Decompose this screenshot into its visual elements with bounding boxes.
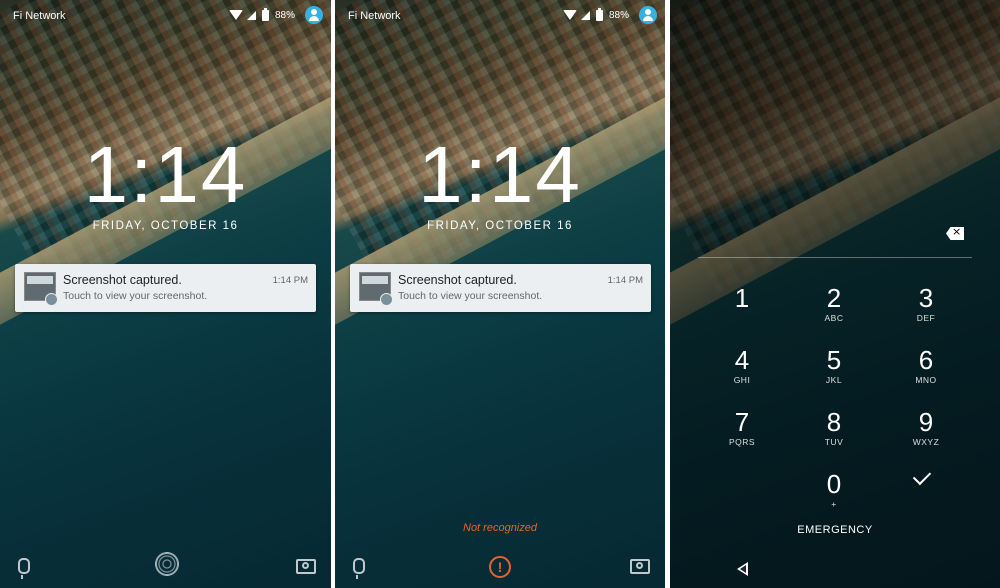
- key-letters: MNO: [915, 375, 937, 385]
- notification-title: Screenshot captured.: [63, 273, 182, 287]
- notification-time: 1:14 PM: [607, 275, 643, 286]
- lock-screen-fingerprint: Fi Network 88% 1:14 FRIDAY, OCTOBER 16 S…: [0, 0, 331, 588]
- key-letters: TUV: [824, 437, 844, 447]
- not-recognized-message: Not recognized: [463, 522, 537, 534]
- wifi-icon: [228, 10, 243, 20]
- signal-icon: [246, 10, 256, 20]
- key-letters: DEF: [916, 313, 936, 323]
- wifi-icon: [562, 10, 577, 20]
- key-4[interactable]: 4 GHI: [707, 346, 777, 385]
- key-letters: ABC: [824, 313, 844, 323]
- user-icon[interactable]: [639, 6, 657, 24]
- clock: 1:14: [83, 130, 248, 219]
- key-digit: 0: [826, 469, 842, 499]
- clock: 1:14: [418, 130, 582, 219]
- key-7[interactable]: 7 PQRS: [707, 408, 777, 447]
- key-letters: GHI: [733, 375, 751, 385]
- key-digit: 2: [826, 283, 842, 313]
- notification-title: Screenshot captured.: [398, 273, 517, 287]
- pin-divider: [698, 257, 972, 258]
- key-letters: +: [831, 499, 837, 509]
- key-digit: 9: [918, 407, 934, 437]
- camera-icon[interactable]: [296, 559, 316, 574]
- pin-entry-screen: × 1 2 ABC 3 DEF 4 GHI 5 JKL 6 MNO 7 PQRS…: [670, 0, 1000, 588]
- key-digit: 5: [826, 345, 842, 375]
- key-digit: 3: [918, 283, 934, 313]
- date-label: FRIDAY, OCTOBER 16: [427, 220, 573, 232]
- key-0[interactable]: 0 +: [799, 470, 869, 509]
- back-icon[interactable]: [737, 562, 748, 576]
- microphone-icon[interactable]: [18, 558, 30, 579]
- battery-icon: [261, 7, 269, 21]
- key-digit: 1: [734, 283, 750, 313]
- key-digit: 6: [918, 345, 934, 375]
- battery-icon: [595, 7, 603, 21]
- key-digit: 8: [826, 407, 842, 437]
- alert-icon[interactable]: !: [489, 556, 511, 578]
- screenshot-notification[interactable]: Screenshot captured. Touch to view your …: [15, 264, 316, 312]
- fingerprint-icon[interactable]: [155, 552, 179, 576]
- screenshot-badge-icon: [380, 293, 393, 306]
- key-letters: JKL: [825, 375, 843, 385]
- key-3[interactable]: 3 DEF: [891, 284, 961, 323]
- status-bar: Fi Network 88%: [335, 0, 665, 32]
- key-1[interactable]: 1: [707, 284, 777, 313]
- key-letters: PQRS: [728, 437, 756, 447]
- carrier-label: Fi Network: [348, 10, 401, 22]
- battery-percent: 88%: [608, 9, 629, 21]
- status-bar: Fi Network 88%: [0, 0, 331, 32]
- notification-time: 1:14 PM: [272, 275, 308, 286]
- emergency-button[interactable]: EMERGENCY: [670, 524, 1000, 536]
- key-9[interactable]: 9 WXYZ: [891, 408, 961, 447]
- notification-text: Touch to view your screenshot.: [398, 290, 543, 302]
- key-digit: 7: [734, 407, 750, 437]
- key-letters: WXYZ: [912, 437, 940, 447]
- camera-icon[interactable]: [630, 559, 650, 574]
- key-5[interactable]: 5 JKL: [799, 346, 869, 385]
- lock-screen-not-recognized: Fi Network 88% 1:14 FRIDAY, OCTOBER 16 S…: [335, 0, 665, 588]
- screenshot-notification[interactable]: Screenshot captured. Touch to view your …: [350, 264, 651, 312]
- key-8[interactable]: 8 TUV: [799, 408, 869, 447]
- notification-text: Touch to view your screenshot.: [63, 290, 208, 302]
- microphone-icon[interactable]: [353, 558, 365, 579]
- key-2[interactable]: 2 ABC: [799, 284, 869, 323]
- battery-percent: 88%: [274, 9, 295, 21]
- key-digit: 4: [734, 345, 750, 375]
- key-6[interactable]: 6 MNO: [891, 346, 961, 385]
- date-label: FRIDAY, OCTOBER 16: [92, 220, 239, 232]
- signal-icon: [580, 10, 590, 20]
- user-icon[interactable]: [305, 6, 323, 24]
- screenshot-badge-icon: [45, 293, 58, 306]
- carrier-label: Fi Network: [13, 10, 66, 22]
